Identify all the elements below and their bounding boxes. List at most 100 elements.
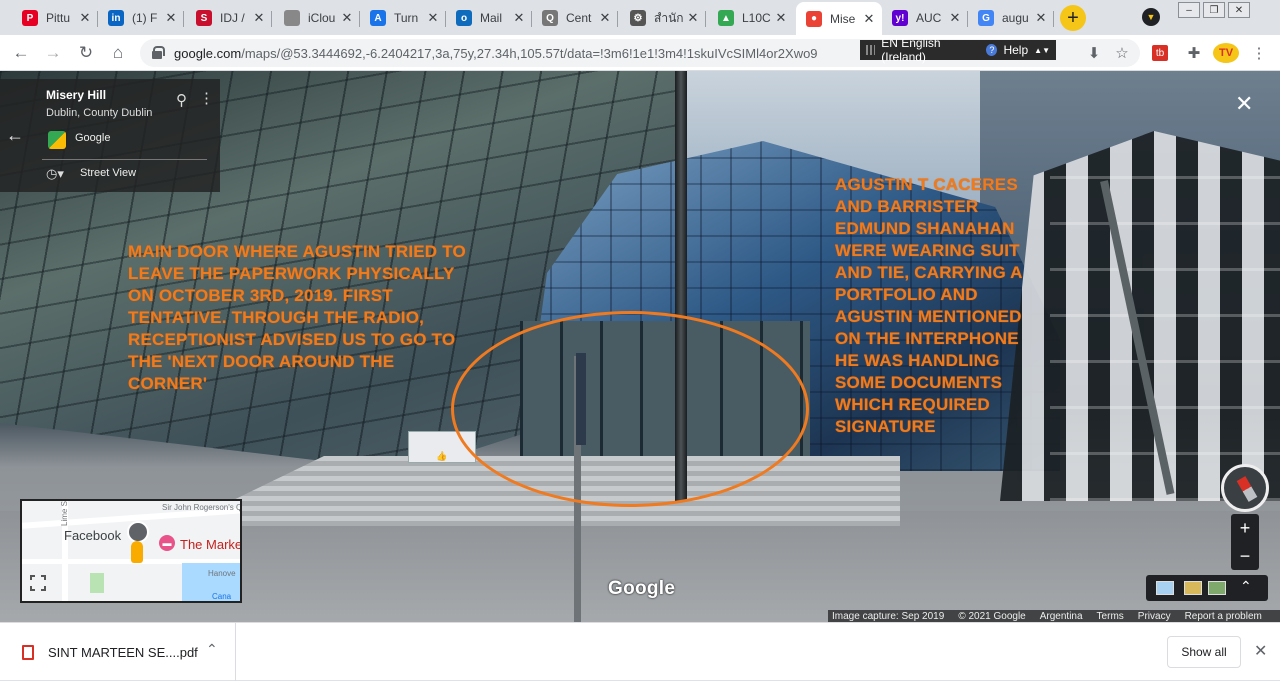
new-tab-button[interactable]: + (1060, 5, 1086, 31)
minimap[interactable]: Sir John Rogerson's Qua Lime S Hanove Ca… (20, 499, 242, 603)
tab-close-icon[interactable]: ✕ (686, 10, 700, 26)
imagery-layers-control[interactable]: ⌃ (1146, 575, 1268, 601)
extension-icon[interactable]: tb (1152, 45, 1168, 61)
s-icon: S (196, 10, 212, 26)
window-close-icon[interactable]: ✕ (1228, 2, 1250, 18)
tab-title: Pittu (46, 11, 71, 25)
map-footer: Image capture: Sep 2019 © 2021 Google Ar… (828, 610, 1280, 622)
tab-10[interactable]: y! AUC ✕ (882, 3, 968, 33)
download-bar: SINT MARTEEN SE....pdf ⌃ Show all ✕ (0, 622, 1280, 681)
google-logo: Google (608, 578, 676, 599)
tab-strip: P Pittu ✕ in (1) F ✕ S IDJ / ✕ iClou ✕ A Turn ✕ o Mail ✕… (0, 0, 1280, 35)
tab-close-icon[interactable]: ✕ (164, 10, 178, 26)
url-text[interactable]: google.com/maps/@53.3444692,-6.2404217,3… (174, 46, 854, 61)
download-filename[interactable]: SINT MARTEEN SE....pdf (48, 645, 198, 660)
forward-arrow-icon[interactable]: → (41, 41, 65, 65)
tab-close-icon[interactable]: ✕ (340, 10, 354, 26)
report-problem-link[interactable]: Report a problem (1185, 611, 1262, 622)
tab-separator (1053, 11, 1054, 27)
tab-9[interactable]: ● Mise ✕ (796, 2, 882, 35)
tab-separator (705, 11, 706, 27)
tab-0[interactable]: P Pittu ✕ (12, 3, 98, 33)
terms-link[interactable]: Terms (1097, 611, 1124, 622)
bookmark-star-icon[interactable]: ☆ (1112, 43, 1132, 63)
place-subtitle: Dublin, County Dublin (46, 107, 153, 119)
tab-title: (1) F (132, 11, 158, 25)
layer-thumb-sand[interactable] (1184, 581, 1202, 595)
zoom-out-button[interactable]: − (1231, 542, 1259, 570)
gear-icon: ⚙ (630, 10, 646, 26)
highlight-ellipse (451, 311, 809, 507)
tab-2[interactable]: S IDJ / ✕ (186, 3, 272, 33)
tab-close-icon[interactable]: ✕ (426, 10, 440, 26)
tab-4[interactable]: A Turn ✕ (360, 3, 446, 33)
tab-separator (271, 11, 272, 27)
minimap-place-facebook[interactable]: Facebook (64, 528, 121, 543)
tab-11[interactable]: Gaugu ✕ (968, 3, 1054, 33)
close-icon[interactable]: ✕ (1235, 91, 1253, 117)
location-info-card: ← Misery Hill Dublin, County Dublin ⚲ ⋮ … (0, 79, 220, 192)
dropdown-icon[interactable]: ▲▼ (1034, 46, 1050, 55)
layer-thumb-sky[interactable] (1156, 581, 1174, 595)
privacy-link[interactable]: Privacy (1138, 611, 1171, 622)
tab-6[interactable]: Q Cent ✕ (532, 3, 618, 33)
tab-close-icon[interactable]: ✕ (78, 10, 92, 26)
tab-close-icon[interactable]: ✕ (512, 10, 526, 26)
yahoo-icon: y! (892, 10, 908, 26)
tab-1[interactable]: in (1) F ✕ (98, 3, 184, 33)
tab-5[interactable]: o Mail ✕ (446, 3, 532, 33)
google-icon: G (978, 10, 994, 26)
tab-close-icon[interactable]: ✕ (774, 10, 788, 26)
translator-grid-icon (866, 45, 876, 55)
translator-language[interactable]: EN English (Ireland) (881, 36, 980, 64)
minimap-street-label: Lime S (59, 501, 69, 526)
tab-3[interactable]: iClou ✕ (274, 3, 360, 33)
puzzle-extensions-icon[interactable]: ✚ (1184, 43, 1204, 63)
tab-search-icon[interactable]: ▼ (1142, 8, 1160, 26)
hotel-icon[interactable]: ▬ (159, 535, 175, 551)
home-icon[interactable]: ⌂ (106, 41, 130, 65)
minimize-icon[interactable]: – (1178, 2, 1200, 18)
install-icon[interactable]: ⬇ (1084, 43, 1104, 63)
tab-close-icon[interactable]: ✕ (598, 10, 612, 26)
minimap-place-market[interactable]: The Marke (180, 537, 240, 552)
map-marker-icon (127, 521, 149, 543)
more-vert-icon[interactable]: ⋮ (199, 89, 214, 107)
tab-close-icon[interactable]: ✕ (862, 11, 876, 27)
menu-kebab-icon[interactable]: ⋮ (1249, 43, 1269, 63)
tab-title: IDJ / (220, 11, 245, 25)
back-arrow-icon[interactable]: ← (6, 125, 24, 146)
tab-close-icon[interactable]: ✕ (1034, 10, 1048, 26)
zoom-in-button[interactable]: + (1231, 514, 1259, 542)
divider (42, 159, 207, 160)
minimap-water-label: Cana (212, 592, 232, 601)
tab-title: Mail (480, 11, 503, 25)
street-view-panorama[interactable]: 👍 MAIN DOOR WHERE AGUSTIN TRIED TO LEAVE… (0, 71, 1280, 622)
close-icon[interactable]: ✕ (1254, 641, 1267, 661)
minimap-street-label: Sir John Rogerson's Qua (162, 503, 242, 512)
profile-avatar[interactable]: TV (1213, 43, 1239, 63)
translator-help-label[interactable]: Help (1003, 43, 1028, 57)
country-link[interactable]: Argentina (1040, 611, 1083, 622)
maximize-icon[interactable]: ❐ (1203, 2, 1225, 18)
pegman-icon[interactable] (131, 541, 143, 563)
tab-close-icon[interactable]: ✕ (948, 10, 962, 26)
back-arrow-icon[interactable]: ← (9, 41, 33, 65)
tab-8[interactable]: ▲ L10C ✕ (708, 3, 794, 33)
location-pin-icon[interactable]: ⚲ (176, 91, 187, 109)
tab-title: augu (1002, 11, 1029, 25)
tab-close-icon[interactable]: ✕ (252, 10, 266, 26)
chevron-up-icon[interactable]: ⌃ (206, 641, 218, 658)
reload-icon[interactable]: ↻ (74, 41, 98, 65)
fullscreen-icon[interactable] (29, 574, 47, 592)
browser-toolbar: ← → ↻ ⌂ google.com/maps/@53.3444692,-6.2… (0, 35, 1280, 71)
history-clock-icon[interactable]: ◷▾ (46, 166, 64, 182)
chevron-up-icon[interactable]: ⌃ (1240, 578, 1252, 595)
translator-toolbar[interactable]: EN English (Ireland) ? Help ▲▼ (860, 36, 1056, 64)
compass-icon[interactable] (1221, 464, 1269, 512)
layer-thumb-park[interactable] (1208, 581, 1226, 595)
download-item[interactable]: SINT MARTEEN SE....pdf ⌃ (0, 623, 236, 681)
help-icon[interactable]: ? (986, 44, 998, 56)
show-all-button[interactable]: Show all (1167, 636, 1241, 668)
tab-7[interactable]: ⚙ สำนัก ✕ (620, 3, 706, 33)
